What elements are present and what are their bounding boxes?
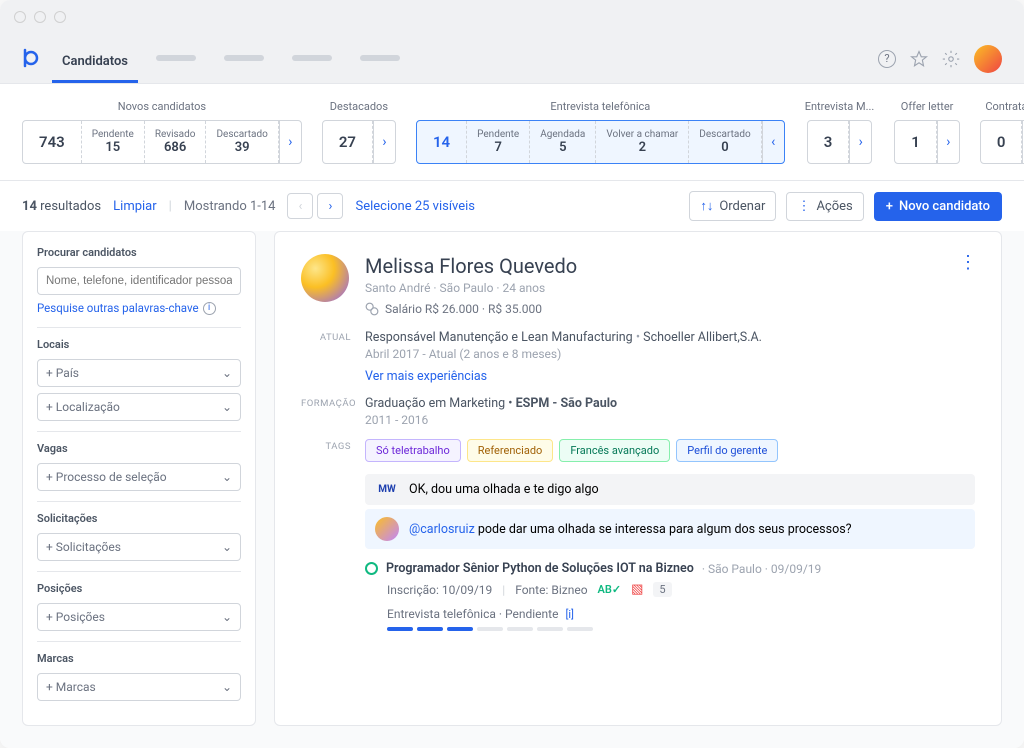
select-visible-link[interactable]: Selecione 25 visíveis xyxy=(355,199,475,214)
actions-button[interactable]: ⋮Ações xyxy=(786,192,863,221)
mask-off-icon: ▧ xyxy=(631,582,643,597)
chevron-down-icon: ⌄ xyxy=(222,400,232,414)
search-title: Procurar candidatos xyxy=(37,246,241,259)
help-icon[interactable]: ? xyxy=(878,50,896,68)
clear-filters-link[interactable]: Limpiar xyxy=(113,199,157,214)
mention[interactable]: @carlosruiz xyxy=(409,522,475,537)
tab-candidates[interactable]: Candidatos xyxy=(62,54,128,83)
traffic-light-maximize[interactable] xyxy=(54,11,66,23)
requisitions-select[interactable]: + Solicitações⌄ xyxy=(37,533,241,561)
tab-placeholder[interactable] xyxy=(292,55,332,61)
stage-contratado[interactable]: 0 › xyxy=(980,120,1024,164)
candidate-name: Melissa Flores Quevedo xyxy=(365,254,577,278)
stage-title: Novos candidatos xyxy=(118,100,206,114)
status-ring-icon xyxy=(365,562,378,575)
more-experience-link[interactable]: Ver mais experiências xyxy=(365,369,487,384)
comment-author-initials: MW xyxy=(375,484,399,495)
salary-icon xyxy=(365,302,379,316)
tag[interactable]: Perfil do gerente xyxy=(676,439,778,462)
showing-range: Mostrando 1-14 xyxy=(184,199,276,214)
comment-avatar xyxy=(375,517,399,541)
tag[interactable]: Só teletrabalho xyxy=(365,439,461,462)
results-count: 14 resultados xyxy=(22,199,101,214)
chevron-right-icon[interactable]: › xyxy=(373,121,395,163)
pipeline-stages: Novos candidatos 743 Pendente15 Revisado… xyxy=(0,84,1024,181)
tab-placeholder[interactable] xyxy=(156,55,196,61)
comment: @carlosruiz pode dar uma olhada se inter… xyxy=(365,509,975,549)
stage-destacados[interactable]: 27 › xyxy=(322,120,396,164)
chevron-down-icon: ⌄ xyxy=(222,366,232,380)
candidate-tags: Só teletrabalho Referenciado Francês ava… xyxy=(365,439,975,462)
candidate-location: Santo André · São Paulo · 24 anos xyxy=(365,281,577,295)
chevron-down-icon: ⌄ xyxy=(222,680,232,694)
star-icon[interactable] xyxy=(910,50,928,68)
stage-progress xyxy=(365,627,975,631)
positions-select[interactable]: + Posições⌄ xyxy=(37,603,241,631)
chevron-left-icon[interactable]: ‹ xyxy=(762,121,784,163)
stage-offer-letter[interactable]: 1 › xyxy=(894,120,960,164)
window-titlebar xyxy=(0,0,1024,34)
tab-placeholder[interactable] xyxy=(224,55,264,61)
filters-sidebar: Procurar candidatos Pesquise outras pala… xyxy=(22,231,256,726)
stage-entrevista-m[interactable]: 3 › xyxy=(807,120,873,164)
evaluation-ok-icon: AB✓ xyxy=(598,583,622,596)
app-logo xyxy=(22,48,42,70)
settings-icon[interactable] xyxy=(942,50,960,68)
user-avatar[interactable] xyxy=(974,45,1002,73)
candidate-detail: ⋮ Melissa Flores Quevedo Santo André · S… xyxy=(274,231,1002,726)
tag[interactable]: Francês avançado xyxy=(559,439,670,462)
chevron-down-icon: ⌄ xyxy=(222,610,232,624)
sort-button[interactable]: ↑↓Ordenar xyxy=(689,191,776,221)
search-input[interactable] xyxy=(37,267,241,295)
candidate-job: Programador Sênior Python de Soluções IO… xyxy=(301,561,975,631)
new-candidate-button[interactable]: +Novo candidato xyxy=(874,192,1002,221)
chevron-right-icon[interactable]: › xyxy=(849,121,871,163)
page-prev-button[interactable]: ‹ xyxy=(287,193,313,219)
traffic-light-minimize[interactable] xyxy=(34,11,46,23)
candidate-salary: Salário R$ 26.000 · R$ 35.000 xyxy=(365,302,577,316)
comment: MW OK, dou uma olhada e te digo algo xyxy=(365,474,975,505)
stage-novos[interactable]: 743 Pendente15 Revisado686 Descartado39 … xyxy=(22,120,302,164)
country-select[interactable]: + País⌄ xyxy=(37,359,241,387)
job-count-badge: 5 xyxy=(653,582,671,597)
more-actions-icon[interactable]: ⋮ xyxy=(959,252,979,273)
traffic-light-close[interactable] xyxy=(14,11,26,23)
chevron-down-icon: ⌄ xyxy=(222,540,232,554)
page-next-button[interactable]: › xyxy=(317,193,343,219)
chevron-right-icon[interactable]: › xyxy=(279,121,301,163)
chevron-down-icon: ⌄ xyxy=(222,470,232,484)
chevron-right-icon[interactable]: › xyxy=(937,121,959,163)
tab-placeholder[interactable] xyxy=(360,55,400,61)
stage-entrevista-telefonica[interactable]: 14 Pendente7 Agendada5 Volver a chamar2 … xyxy=(416,120,785,164)
brands-select[interactable]: + Marcas⌄ xyxy=(37,673,241,701)
job-title[interactable]: Programador Sênior Python de Soluções IO… xyxy=(386,561,694,576)
candidate-avatar xyxy=(301,254,349,302)
top-navbar: Candidatos ? xyxy=(0,34,1024,84)
info-icon: i xyxy=(203,302,216,315)
control-bar: 14 resultados Limpiar | Mostrando 1-14 ‹… xyxy=(0,181,1024,231)
location-select[interactable]: + Localização⌄ xyxy=(37,393,241,421)
jobs-select[interactable]: + Processo de seleção⌄ xyxy=(37,463,241,491)
search-help-link[interactable]: Pesquise outras palavras-chave i xyxy=(37,301,241,315)
tag[interactable]: Referenciado xyxy=(467,439,554,462)
info-icon[interactable]: [i] xyxy=(565,608,574,621)
